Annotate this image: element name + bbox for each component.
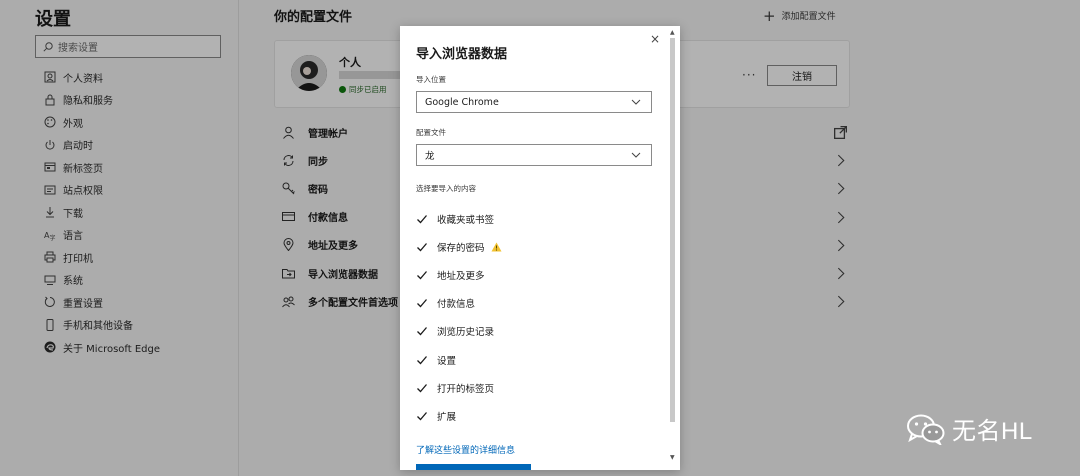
import-option-label: 扩展 (437, 411, 457, 423)
scroll-up-arrow-icon[interactable]: ▲ (670, 29, 675, 36)
import-option-label: 收藏夹或书签 (437, 215, 495, 227)
wechat-watermark: 无名HL (906, 411, 1033, 446)
profile-select[interactable]: 龙 (416, 144, 652, 166)
import-from-value: Google Chrome (425, 96, 499, 108)
warning-icon (491, 242, 502, 252)
profile-value: 龙 (425, 151, 435, 162)
wechat-logo-icon (907, 414, 945, 445)
checkmark-icon[interactable] (416, 297, 428, 309)
watermark-text: 无名HL (952, 418, 1033, 445)
import-option-label: 打开的标签页 (437, 383, 495, 395)
checkmark-icon[interactable] (416, 241, 428, 253)
import-option-label: 付款信息 (437, 299, 476, 311)
dialog-scrollbar[interactable] (670, 38, 675, 422)
checkmark-icon[interactable] (416, 213, 428, 225)
import-from-label: 导入位置 (416, 75, 446, 84)
dialog-title: 导入浏览器数据 (416, 47, 508, 62)
import-option-label: 设置 (437, 355, 457, 367)
import-button[interactable] (416, 464, 531, 470)
import-option-addresses[interactable]: 地址及更多 (416, 261, 646, 289)
checkmark-icon[interactable] (416, 382, 428, 394)
import-option-label: 保存的密码 (437, 243, 485, 255)
chevron-down-icon (631, 152, 641, 158)
choose-content-label: 选择要导入的内容 (416, 184, 476, 193)
checkmark-icon[interactable] (416, 325, 428, 337)
import-from-select[interactable]: Google Chrome (416, 91, 652, 113)
import-option-extensions[interactable]: 扩展 (416, 402, 646, 430)
learn-more-link[interactable]: 了解这些设置的详细信息 (416, 443, 515, 456)
close-icon[interactable]: × (650, 32, 660, 46)
import-option-label: 地址及更多 (437, 271, 485, 283)
profile-label: 配置文件 (416, 128, 446, 137)
import-option-label: 浏览历史记录 (437, 327, 495, 339)
chevron-down-icon (631, 99, 641, 105)
import-option-passwords[interactable]: 保存的密码 (416, 233, 646, 261)
import-option-open-tabs[interactable]: 打开的标签页 (416, 374, 646, 402)
import-option-favorites[interactable]: 收藏夹或书签 (416, 205, 646, 233)
scroll-down-arrow-icon[interactable]: ▼ (670, 454, 675, 461)
import-option-history[interactable]: 浏览历史记录 (416, 317, 646, 345)
import-option-settings[interactable]: 设置 (416, 345, 646, 373)
import-options-list: 收藏夹或书签 保存的密码 地址及更多 付款信息 浏览历史记录 设置 打开的标签页 (416, 205, 646, 430)
checkmark-icon[interactable] (416, 410, 428, 422)
checkmark-icon[interactable] (416, 354, 428, 366)
checkmark-icon[interactable] (416, 269, 428, 281)
import-option-payment[interactable]: 付款信息 (416, 289, 646, 317)
import-browser-data-dialog: 导入浏览器数据 × 导入位置 Google Chrome 配置文件 龙 选择要导… (400, 26, 680, 470)
